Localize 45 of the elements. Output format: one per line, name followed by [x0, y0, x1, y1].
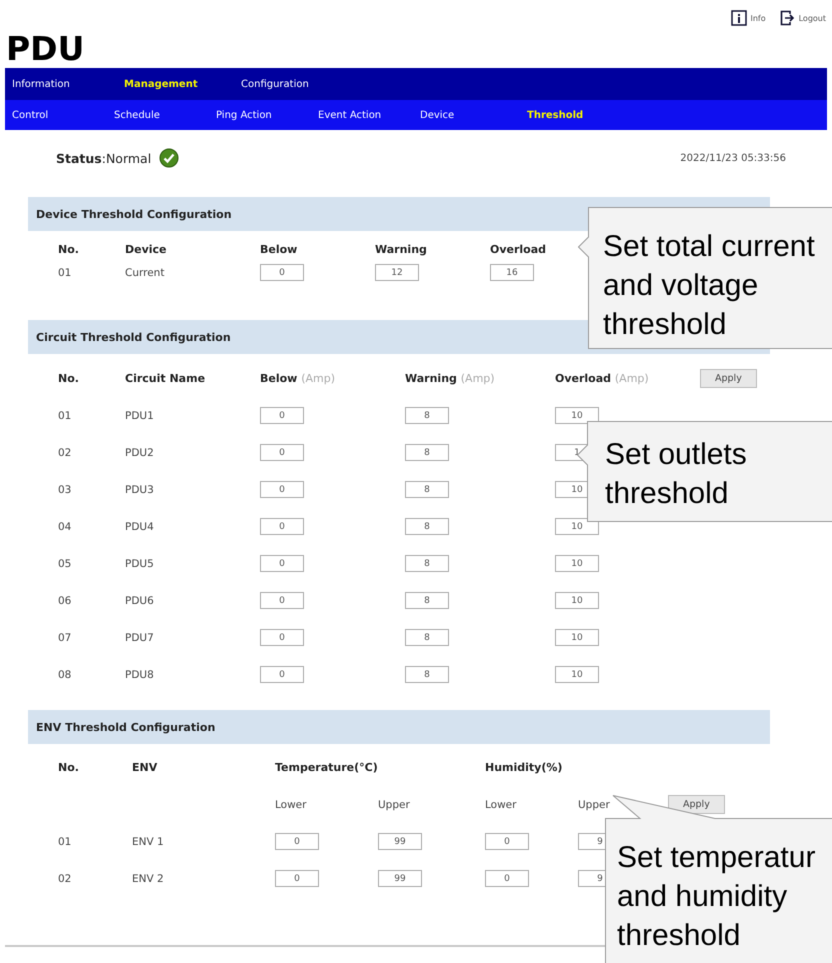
column-header: Device [125, 243, 168, 256]
table-cell-text: Current [125, 266, 166, 278]
timestamp: 2022/11/23 05:33:56 [680, 152, 786, 164]
table-cell-text: 05 [58, 558, 72, 570]
column-header: Temperature(°C) [275, 761, 378, 774]
table-cell-text: 08 [58, 668, 72, 680]
column-header: Humidity(%) [485, 761, 562, 774]
logo: PDU [6, 30, 84, 68]
table-cell-text: 02 [58, 872, 72, 884]
table-cell-text: 01 [58, 836, 72, 848]
column-header: Warning (Amp) [405, 372, 496, 385]
column-subheader: Lower [275, 798, 308, 810]
table-cell-text: PDU8 [125, 668, 155, 680]
column-header: Circuit Name [125, 372, 206, 385]
table-cell-text: PDU6 [125, 594, 155, 606]
column-header: ENV [132, 761, 158, 774]
table-cell-text: 01 [58, 410, 72, 422]
section-header: ENV Threshold Configuration [28, 710, 770, 744]
table-cell-text: 07 [58, 632, 72, 644]
column-header: Below [260, 243, 298, 256]
column-header: Below (Amp) [260, 372, 336, 385]
column-header: Overload (Amp) [555, 372, 650, 385]
table-cell-text: PDU1 [125, 410, 155, 422]
column-subheader: Lower [485, 798, 518, 810]
table-cell-text: 04 [58, 520, 72, 532]
table-cell-text: PDU3 [125, 484, 155, 496]
column-subheader: Upper [578, 798, 611, 810]
table-cell-text: ENV 1 [132, 836, 165, 848]
column-header: No. [58, 761, 80, 774]
column-header: No. [58, 243, 80, 256]
tooltip-text: Set outlets threshold [605, 437, 748, 512]
table-cell-text: PDU4 [125, 520, 155, 532]
column-header: Overload [490, 243, 548, 256]
table-cell-text: PDU5 [125, 558, 155, 570]
status-text: Status:Normal [56, 150, 152, 166]
column-header: No. [58, 372, 80, 385]
table-cell-text: PDU7 [125, 632, 155, 644]
table-cell-text: 01 [58, 266, 72, 278]
table-cell-text: 03 [58, 484, 72, 496]
column-header: Warning [375, 243, 428, 256]
table-cell-text: 06 [58, 594, 72, 606]
table-cell-text: 02 [58, 446, 72, 458]
column-subheader: Upper [378, 798, 411, 810]
table-cell-text: PDU2 [125, 446, 155, 458]
table-cell-text: ENV 2 [132, 872, 165, 884]
